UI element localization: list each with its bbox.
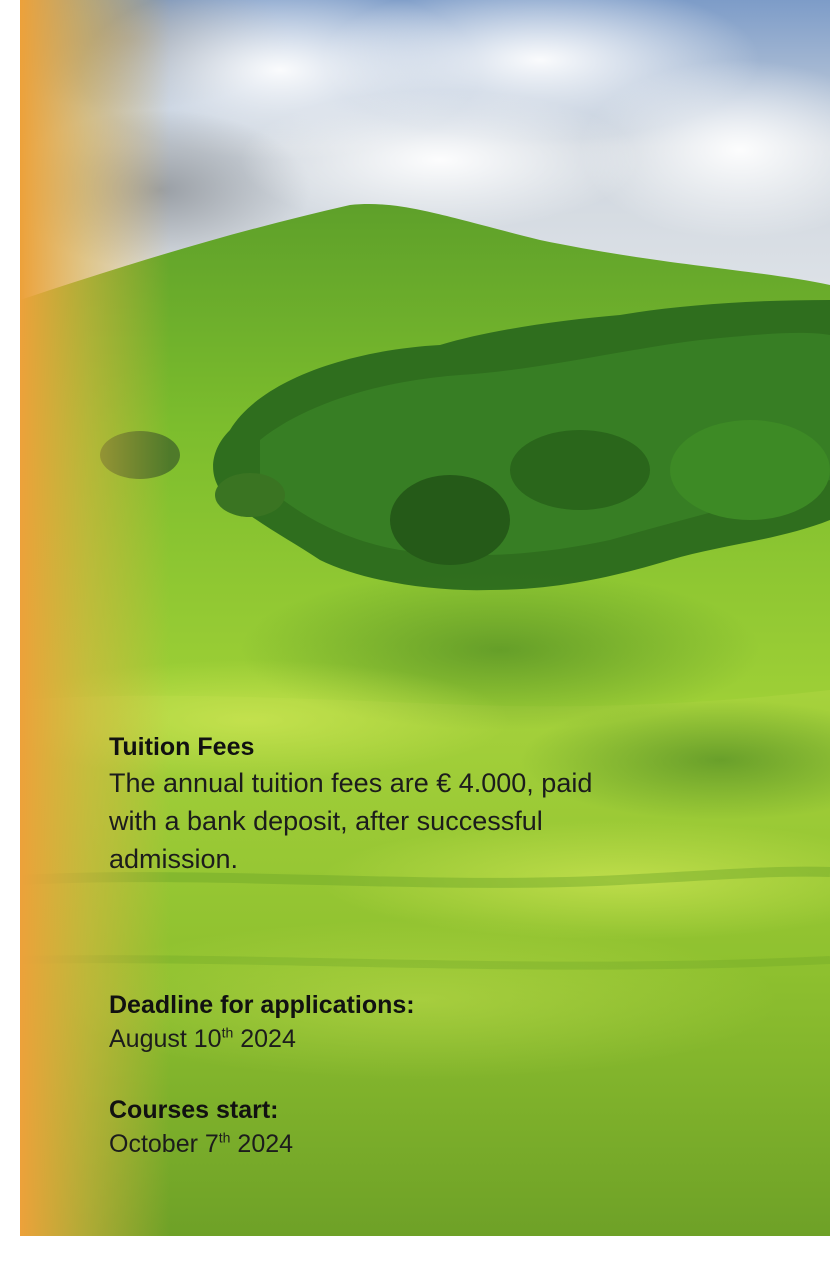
deadline-date: August 10th 2024 (109, 1022, 415, 1056)
tuition-body-line-3: admission. (109, 844, 239, 874)
courses-date-prefix: October 7 (109, 1130, 219, 1158)
tuition-section: Tuition Fees The annual tuition fees are… (109, 730, 592, 878)
deadline-section: Deadline for applications: August 10th 2… (109, 988, 415, 1056)
tuition-body-line-1: The annual tuition fees are € 4.000, pai… (109, 768, 593, 798)
deadline-date-prefix: August 10 (109, 1025, 222, 1053)
courses-date-year: 2024 (230, 1130, 294, 1158)
courses-date-suffix: th (218, 1129, 231, 1146)
courses-date: October 7th 2024 (109, 1127, 293, 1161)
tuition-heading: Tuition Fees (109, 733, 255, 761)
page: Tuition Fees The annual tuition fees are… (0, 0, 830, 1263)
deadline-heading: Deadline for applications: (109, 991, 415, 1019)
deadline-date-year: 2024 (233, 1025, 296, 1053)
poster: Tuition Fees The annual tuition fees are… (20, 0, 830, 1236)
deadline-date-suffix: th (221, 1024, 234, 1041)
courses-heading: Courses start: (109, 1096, 279, 1124)
courses-section: Courses start: October 7th 2024 (109, 1093, 293, 1161)
tuition-body-line-2: with a bank deposit, after successful (109, 806, 543, 836)
